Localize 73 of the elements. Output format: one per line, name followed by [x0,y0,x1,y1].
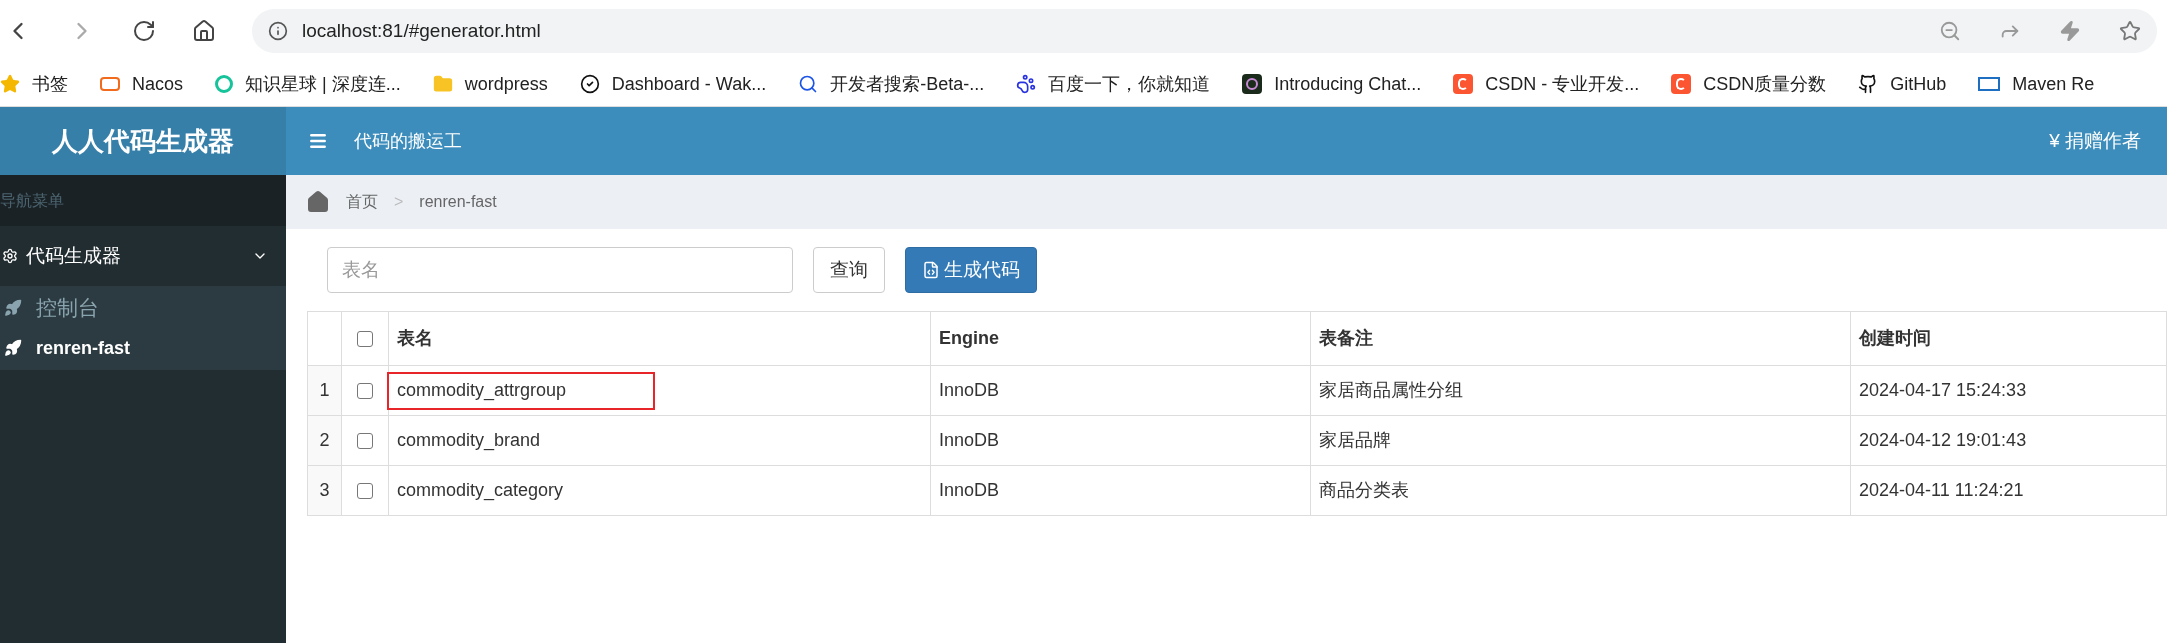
table-cell-text: 2024-04-11 11:24:21 [1859,479,2024,502]
table-cell-text: InnoDB [939,429,1000,452]
table-cell-text: 家居品牌 [1319,429,1391,452]
paw-icon [1016,74,1037,94]
check-circle-icon [579,74,600,94]
bookmark-item[interactable]: 百度一下，你就知道 [1016,70,1211,98]
table-cell-text: 2024-04-12 19:01:43 [1859,429,2027,452]
query-button[interactable]: 查询 [813,247,885,293]
column-header[interactable]: Engine [939,325,999,352]
reload-icon[interactable] [132,19,156,43]
table-cell-text: 家居商品属性分组 [1319,379,1463,402]
bookmark-item[interactable]: CSDN - 专业开发... [1453,70,1640,98]
c-logo-icon [1453,74,1474,94]
row-number: 2 [308,416,342,465]
c-logo-icon [1671,74,1692,94]
code-file-icon [922,261,940,279]
app-logo: 人人代码生成器 [0,107,286,175]
donate-link[interactable]: ¥ 捐赠作者 [2049,126,2141,156]
table-cell-text: commodity_brand [397,429,541,453]
row-checkbox[interactable] [357,482,373,499]
bookmark-item[interactable]: GitHub [1858,70,1947,98]
star-icon [0,74,20,94]
select-all-checkbox[interactable] [357,330,373,347]
zoom-out-icon[interactable] [1939,20,1961,42]
nav-heading: 导航菜单 [0,175,286,226]
knot-logo-icon [1242,74,1263,94]
bracket-logo-icon [100,77,120,91]
column-header[interactable]: 创建时间 [1859,325,1931,352]
info-icon [268,21,288,41]
table-cell-text: 商品分类表 [1319,479,1409,502]
column-header[interactable]: 表名 [397,325,433,352]
settings-icon [2,248,18,264]
column-header[interactable]: 表备注 [1319,325,1373,352]
generate-code-button[interactable]: 生成代码 [905,247,1037,293]
rocket-icon [4,339,22,357]
menu-item[interactable]: renren-fast [0,328,286,368]
breadcrumb-item[interactable]: renren-fast [419,190,497,214]
table-cell-text: InnoDB [939,479,1000,502]
breadcrumb-item[interactable]: 首页 [346,190,378,214]
table-cell-text: commodity_category [397,479,564,503]
search-field[interactable]: 表名 [327,247,793,293]
bookmark-item[interactable]: 开发者搜索-Beta-... [798,70,985,98]
rocket-icon [4,299,22,317]
row-number: 3 [308,466,342,515]
folder-icon [432,74,453,94]
row-checkbox[interactable] [357,432,373,449]
bookmark-item[interactable]: CSDN质量分数 [1671,70,1827,98]
address-bar[interactable]: localhost:81/#generator.html [252,9,2157,53]
bookmark-item[interactable]: 书签 [0,70,68,98]
header-title: 代码的搬运工 [354,129,463,153]
table-cell-text: commodity_attrgroup [397,379,567,403]
row-number: 1 [308,366,342,415]
bookmark-item[interactable]: Nacos [100,70,184,98]
bookmark-item[interactable]: Dashboard - Wak... [579,70,767,98]
menu-group[interactable]: 代码生成器 [0,226,286,286]
table-cell-text: InnoDB [939,379,1000,402]
mvn-logo-icon [1978,77,2001,91]
bookmark-item[interactable]: wordpress [432,70,548,98]
bookmark-item[interactable]: Introducing Chat... [1242,70,1422,98]
search-logo-icon [798,74,819,94]
lightning-icon[interactable] [2059,20,2081,42]
ring-logo-icon [215,75,234,93]
bookmark-item[interactable]: 知识星球 | 深度连... [215,70,401,98]
table-cell-text: 2024-04-17 15:24:33 [1859,379,2027,402]
menu-icon[interactable] [308,131,328,151]
home-icon[interactable] [306,190,330,214]
url-text: localhost:81/#generator.html [302,18,542,43]
home-icon[interactable] [192,19,216,43]
bookmark-item[interactable]: Maven Re [1978,70,2095,98]
breadcrumb-separator: > [394,192,404,212]
row-checkbox[interactable] [357,382,373,399]
menu-item[interactable]: 控制台 [0,288,286,328]
bookmark-star-icon[interactable] [2119,20,2141,42]
